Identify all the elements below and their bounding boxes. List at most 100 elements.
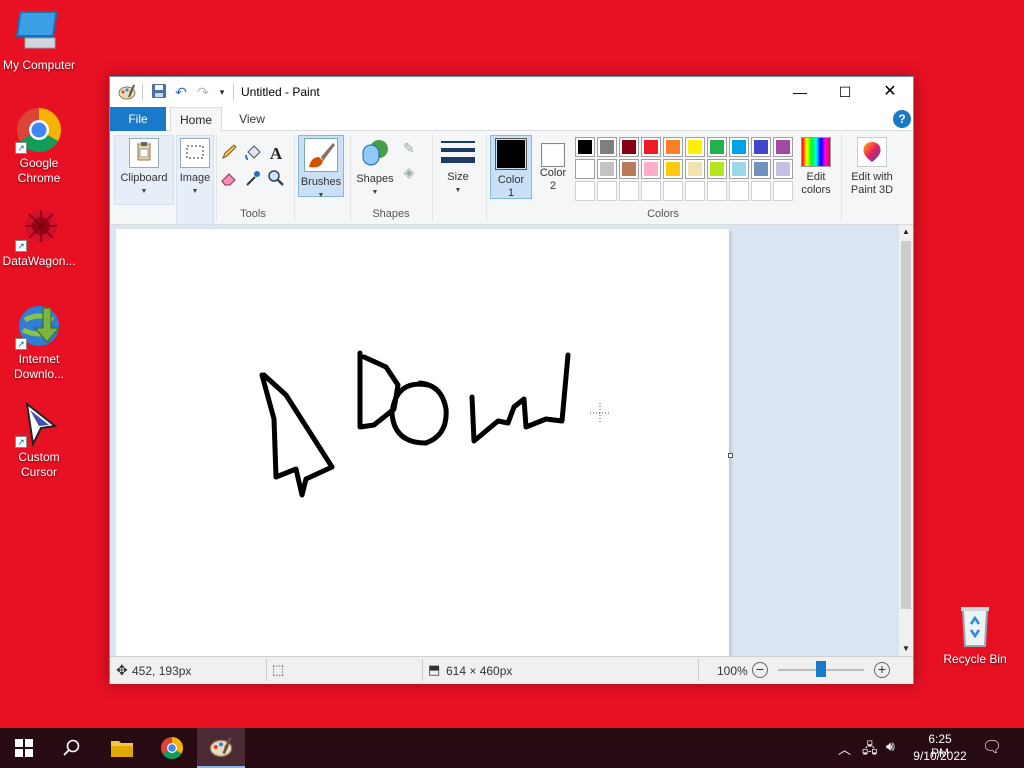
image-button[interactable]: Image ▼ <box>176 135 214 225</box>
palette-swatch[interactable] <box>597 137 617 157</box>
show-hidden-icons-icon[interactable]: ︿ <box>838 739 851 758</box>
desktop-icon-label: My Computer <box>2 58 76 72</box>
scroll-up-icon[interactable]: ▲ <box>899 225 913 239</box>
minimize-button[interactable]: — <box>777 77 823 107</box>
zoom-in-button[interactable]: + <box>874 662 890 678</box>
palette-custom-slot[interactable] <box>773 181 793 201</box>
save-icon[interactable] <box>150 83 168 101</box>
palette-swatch-color <box>644 140 658 154</box>
close-button[interactable]: ✕ <box>867 77 913 107</box>
palette-swatch[interactable] <box>641 159 661 179</box>
desktop-icon-my-computer[interactable]: My Computer <box>0 8 78 73</box>
tab-home[interactable]: Home <box>170 107 222 132</box>
tab-view[interactable]: View <box>228 107 276 131</box>
palette-custom-slot[interactable] <box>641 181 661 201</box>
customize-quick-access-icon[interactable]: ▾ <box>216 83 228 101</box>
palette-swatch[interactable] <box>575 137 595 157</box>
palette-swatch[interactable] <box>685 159 705 179</box>
drawing-canvas[interactable] <box>116 229 729 656</box>
color1-fill <box>497 140 525 168</box>
color2-button[interactable]: Color 2 <box>534 135 572 199</box>
tools-group-label: Tools <box>240 208 266 220</box>
eraser-icon[interactable] <box>218 169 240 191</box>
desktop-icon-recycle-bin[interactable]: Recycle Bin <box>936 602 1014 667</box>
notifications-icon[interactable]: 🗨︎ <box>982 737 1002 757</box>
desktop-icon-custom-cursor[interactable]: ↗ Custom Cursor <box>0 400 78 480</box>
idm-globe-icon: ↗ <box>15 302 63 350</box>
scroll-thumb[interactable] <box>901 241 911 609</box>
taskbar-paint[interactable] <box>197 728 245 768</box>
palette-custom-slot[interactable] <box>597 181 617 201</box>
network-icon[interactable]: 🖧 <box>862 738 878 762</box>
palette-swatch[interactable] <box>575 159 595 179</box>
redo-icon[interactable]: ↷ <box>194 83 212 101</box>
palette-swatch[interactable] <box>619 137 639 157</box>
palette-custom-slot[interactable] <box>707 181 727 201</box>
chrome-icon: ↗ <box>15 106 63 154</box>
magnifier-icon[interactable] <box>265 169 287 191</box>
zoom-slider-thumb[interactable] <box>816 661 826 677</box>
chevron-down-icon: ▼ <box>191 188 199 195</box>
palette-swatch-color <box>732 162 746 176</box>
desktop-icon-google-chrome[interactable]: ↗ Google Chrome <box>0 106 78 186</box>
palette-custom-slot[interactable] <box>685 181 705 201</box>
pencil-icon[interactable] <box>218 143 240 165</box>
palette-swatch[interactable] <box>729 137 749 157</box>
help-icon[interactable]: ? <box>893 110 911 128</box>
palette-custom-slot[interactable] <box>751 181 771 201</box>
palette-swatch[interactable] <box>619 159 639 179</box>
color2-label: Color 2 <box>539 167 567 192</box>
fill-bucket-icon[interactable] <box>242 143 264 165</box>
clipboard-button[interactable]: Clipboard ▼ <box>114 135 174 205</box>
outline-icon[interactable]: ✎ <box>398 137 420 159</box>
scroll-down-icon[interactable]: ▼ <box>899 642 913 656</box>
brushes-button[interactable]: Brushes ▼ <box>298 135 344 199</box>
size-button[interactable]: Size ▼ <box>438 135 478 205</box>
palette-swatch[interactable] <box>685 137 705 157</box>
edit-with-paint3d-button[interactable]: Edit with Paint 3D <box>844 135 900 199</box>
maximize-button[interactable]: ☐ <box>822 77 868 107</box>
start-button[interactable] <box>0 728 48 768</box>
volume-icon[interactable]: 🔊︎ <box>886 738 895 755</box>
desktop-icon-internet-download-manager[interactable]: ↗ Internet Downlo... <box>0 302 78 382</box>
palette-swatch[interactable] <box>773 159 793 179</box>
color-picker-icon[interactable] <box>242 169 264 191</box>
tab-file[interactable]: File <box>110 107 166 131</box>
ribbon-separator <box>841 135 842 221</box>
palette-custom-slot[interactable] <box>619 181 639 201</box>
palette-custom-slot[interactable] <box>663 181 683 201</box>
palette-swatch[interactable] <box>707 159 727 179</box>
palette-custom-slot[interactable] <box>729 181 749 201</box>
text-tool-icon[interactable]: A <box>265 143 287 165</box>
palette-swatch-color <box>666 162 680 176</box>
palette-swatch[interactable] <box>751 159 771 179</box>
palette-swatch[interactable] <box>641 137 661 157</box>
paint-window: ↶ ↷ ▾ Untitled - Paint — ☐ ✕ File Home V… <box>109 76 914 684</box>
palette-custom-slot[interactable] <box>575 181 595 201</box>
palette-swatch-color <box>754 140 768 154</box>
canvas-resize-handle[interactable] <box>728 453 733 458</box>
taskbar-file-explorer[interactable] <box>98 728 146 768</box>
recycle-bin-icon <box>951 602 999 650</box>
taskbar-chrome[interactable] <box>148 728 196 768</box>
palette-swatch[interactable] <box>707 137 727 157</box>
palette-swatch-color <box>688 162 702 176</box>
fill-icon[interactable]: ◈ <box>398 161 420 183</box>
palette-swatch[interactable] <box>773 137 793 157</box>
palette-swatch[interactable] <box>751 137 771 157</box>
shapes-button[interactable]: Shapes ▼ <box>354 135 396 205</box>
shortcut-arrow-icon: ↗ <box>15 436 27 448</box>
palette-swatch[interactable] <box>663 137 683 157</box>
clock-date[interactable]: 9/10/2022 <box>912 749 968 763</box>
edit-colors-button[interactable]: Edit colors <box>796 135 836 199</box>
desktop-icon-datawagon[interactable]: ↗ DataWagon... <box>0 204 78 269</box>
palette-swatch[interactable] <box>729 159 749 179</box>
vertical-scrollbar[interactable]: ▲ ▼ <box>899 225 913 656</box>
zoom-out-button[interactable]: − <box>752 662 768 678</box>
palette-swatch[interactable] <box>663 159 683 179</box>
color1-button[interactable]: Color 1 <box>490 135 532 199</box>
undo-icon[interactable]: ↶ <box>172 83 190 101</box>
title-divider <box>233 84 234 100</box>
search-button[interactable] <box>48 728 96 768</box>
palette-swatch[interactable] <box>597 159 617 179</box>
